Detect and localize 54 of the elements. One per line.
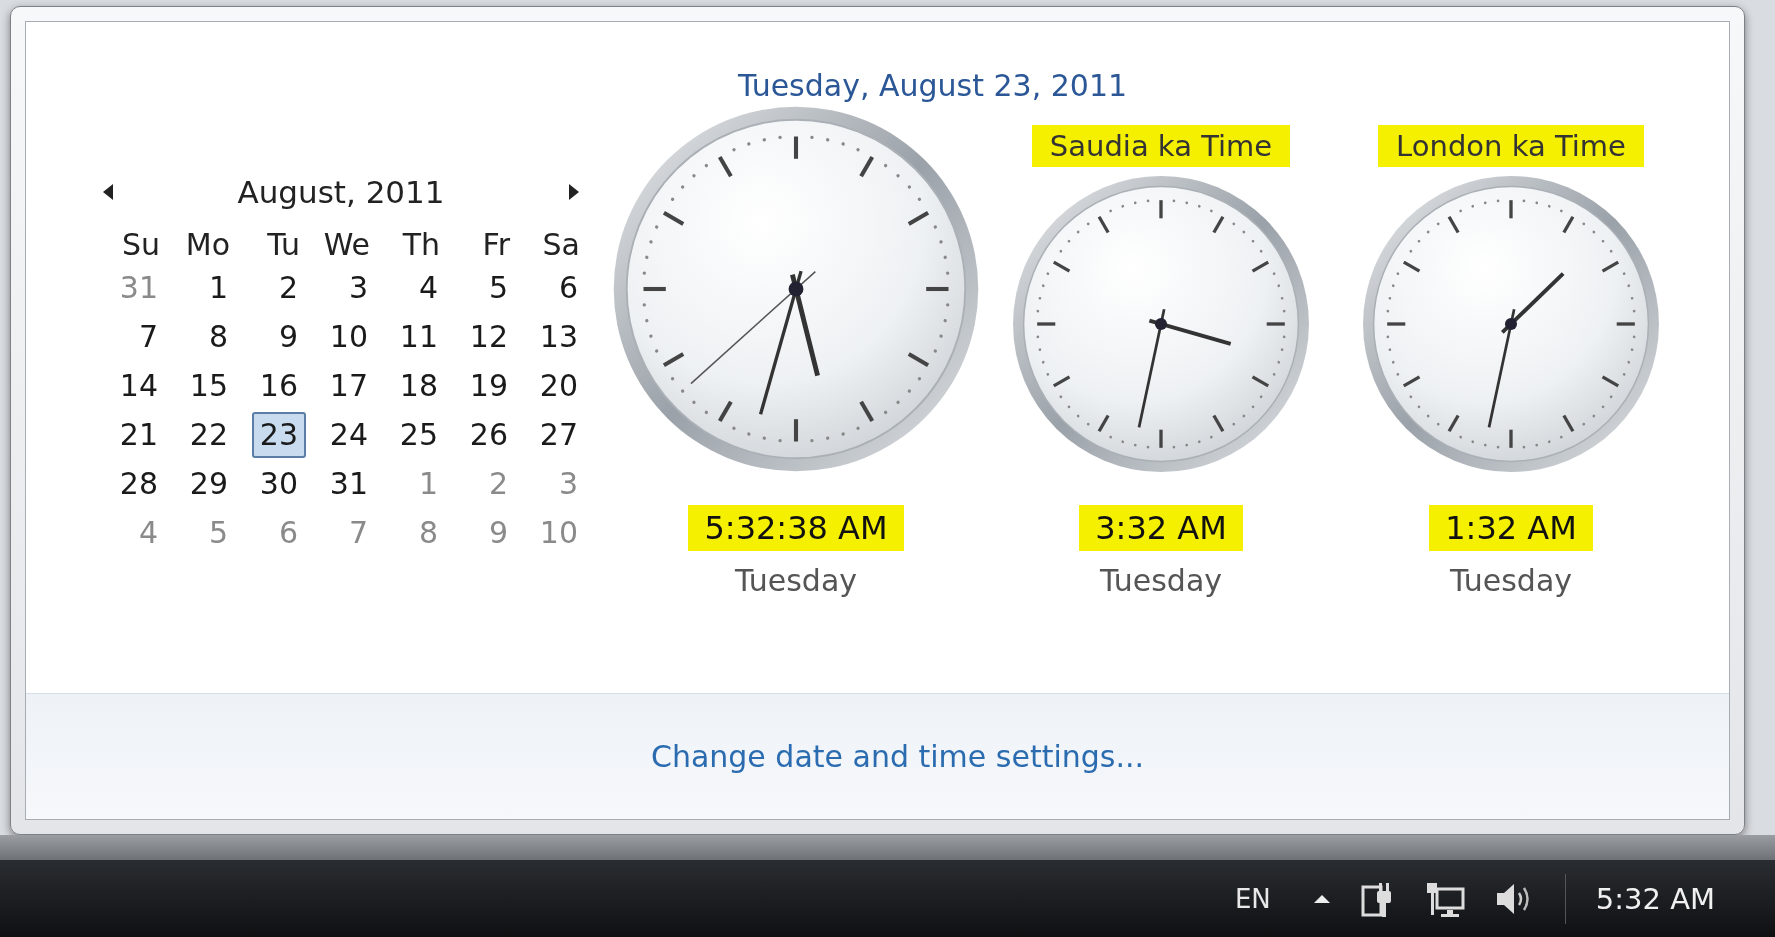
calendar-day[interactable]: 22	[181, 412, 236, 458]
calendar-day[interactable]: 8	[200, 314, 236, 360]
calendar-day[interactable]: 14	[111, 363, 166, 409]
clock-time: 1:32 AM	[1429, 505, 1593, 551]
calendar-day[interactable]: 24	[321, 412, 376, 458]
clock-time: 3:32 AM	[1079, 505, 1243, 551]
show-hidden-icons-icon[interactable]	[1312, 893, 1331, 904]
clock-time: 5:32:38 AM	[688, 505, 904, 551]
calendar-day[interactable]: 7	[130, 314, 166, 360]
month-title[interactable]: August, 2011	[237, 174, 445, 210]
language-indicator[interactable]: EN	[1234, 883, 1271, 914]
calendar-day[interactable]: 30	[251, 461, 306, 507]
change-settings-link[interactable]: Change date and time settings...	[650, 739, 1145, 774]
calendar-day[interactable]: 17	[321, 363, 376, 409]
calendar-day[interactable]: 6	[550, 265, 586, 311]
calendar-day[interactable]: 27	[531, 412, 586, 458]
next-month-icon[interactable]	[568, 183, 580, 201]
clock-label: Saudia ka Time	[1031, 125, 1291, 167]
calendar-day[interactable]: 9	[270, 314, 306, 360]
calendar-day[interactable]: 5	[480, 265, 516, 311]
calendar-day[interactable]: 20	[531, 363, 586, 409]
calendar-day[interactable]: 10	[321, 314, 376, 360]
weekday-label: Mo	[184, 227, 231, 262]
calendar-day[interactable]: 13	[531, 314, 586, 360]
calendar-day[interactable]: 2	[270, 265, 306, 311]
weekday-label: Su	[120, 227, 161, 262]
calendar-day[interactable]: 15	[181, 363, 236, 409]
calendar-day[interactable]: 26	[461, 412, 516, 458]
weekday-label: Tu	[266, 227, 301, 262]
calendar-day[interactable]: 18	[391, 363, 446, 409]
calendar-day[interactable]: 19	[461, 363, 516, 409]
calendar-day[interactable]: 16	[251, 363, 306, 409]
weekday-label: We	[322, 227, 371, 262]
calendar-day[interactable]: 31	[321, 461, 376, 507]
calendar-day[interactable]: 12	[461, 314, 516, 360]
clock-day: Tuesday	[1099, 563, 1223, 598]
calendar-day[interactable]: 11	[391, 314, 446, 360]
clock-day: Tuesday	[734, 563, 858, 598]
calendar-day[interactable]: 28	[111, 461, 166, 507]
weekday-label: Sa	[541, 227, 581, 262]
calendar-day[interactable]: 4	[410, 265, 446, 311]
weekday-label: Th	[401, 227, 441, 262]
calendar-day[interactable]: 21	[111, 412, 166, 458]
clock-label: London ka Time	[1378, 125, 1644, 167]
calendar-day[interactable]: 1	[200, 265, 236, 311]
weekday-label: Fr	[481, 227, 511, 262]
calendar-day[interactable]: 29	[181, 461, 236, 507]
selected-day[interactable]: 23	[251, 412, 306, 458]
calendar-day[interactable]: 25	[391, 412, 446, 458]
previous-month-icon[interactable]	[102, 183, 114, 201]
date-title[interactable]: Tuesday, August 23, 2011	[737, 68, 1128, 103]
calendar-day[interactable]: 3	[340, 265, 376, 311]
taskbar-clock[interactable]: 5:32 AM	[1595, 881, 1715, 916]
clock-day: Tuesday	[1449, 563, 1573, 598]
